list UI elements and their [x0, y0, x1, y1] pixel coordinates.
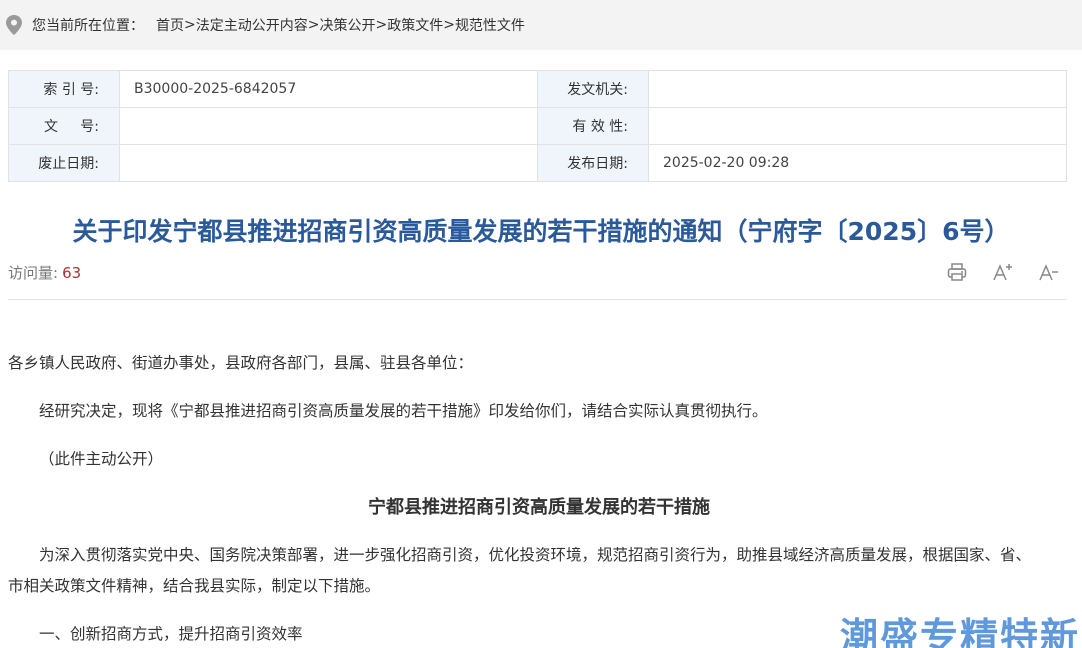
validity-label: 有 效 性:	[537, 107, 649, 145]
meta-row: 废止日期: 发布日期: 2025-02-20 09:28	[8, 144, 1067, 182]
breadcrumb-decision[interactable]: 决策公开	[319, 15, 375, 35]
issuer-label: 发文机关:	[537, 70, 649, 108]
index-value: B30000-2025-6842057	[119, 70, 538, 108]
index-label: 索 引 号:	[8, 70, 120, 108]
article-body: 各乡镇人民政府、街道办事处，县政府各部门，县属、驻县各单位： 经研究决定，现将《…	[8, 348, 1070, 648]
page-title: 关于印发宁都县推进招商引资高质量发展的若干措施的通知（宁府字〔2025〕6号）	[72, 217, 1010, 246]
visit-count-label: 访问量:	[8, 264, 59, 282]
docno-value	[119, 107, 538, 145]
validity-value	[648, 107, 1067, 145]
section-title: 宁都县推进招商引资高质量发展的若干措施	[368, 497, 710, 518]
breadcrumb-normative[interactable]: 规范性文件	[455, 15, 525, 35]
expiry-value	[119, 144, 538, 182]
visit-count: 访问量: 63	[8, 262, 81, 283]
breadcrumb-prefix: 您当前所在位置：	[32, 18, 144, 34]
issuer-value	[648, 70, 1067, 108]
expiry-label: 废止日期:	[8, 144, 120, 182]
breadcrumb-separator: >	[307, 17, 320, 33]
breadcrumb-public-content[interactable]: 法定主动公开内容	[196, 15, 308, 35]
breadcrumb: 您当前所在位置： 首页 > 法定主动公开内容 > 决策公开 > 政策文件 > 规…	[0, 0, 1082, 50]
publish-value: 2025-02-20 09:28	[648, 144, 1067, 182]
breadcrumb-policy[interactable]: 政策文件	[387, 15, 443, 35]
body-line: 为深入贯彻落实党中央、国务院决策部署，进一步强化招商引资，优化投资环境，规范招商…	[39, 546, 1032, 564]
watermark: 潮盛专精特新	[839, 615, 1080, 648]
breadcrumb-separator: >	[443, 17, 455, 33]
breadcrumb-home[interactable]: 首页	[156, 15, 184, 35]
location-pin-icon	[6, 15, 22, 35]
font-increase-icon[interactable]	[992, 261, 1014, 283]
body-paragraph: 为深入贯彻落实党中央、国务院决策部署，进一步强化招商引资，优化投资环境，规范招商…	[8, 540, 1070, 602]
publish-label: 发布日期:	[537, 144, 649, 182]
font-decrease-icon[interactable]	[1038, 261, 1060, 283]
breadcrumb-separator: >	[184, 17, 196, 33]
document-meta-table: 索 引 号: B30000-2025-6842057 发文机关: 文 号: 有 …	[8, 70, 1067, 182]
body-paragraph: 经研究决定，现将《宁都县推进招商引资高质量发展的若干措施》印发给你们，请结合实际…	[39, 402, 768, 420]
docno-label: 文 号:	[8, 107, 120, 145]
body-paragraph: （此件主动公开）	[39, 450, 164, 468]
divider	[8, 299, 1067, 300]
greeting-paragraph: 各乡镇人民政府、街道办事处，县政府各部门，县属、驻县各单位：	[8, 354, 474, 372]
print-icon[interactable]	[946, 261, 968, 283]
breadcrumb-separator: >	[375, 17, 388, 33]
meta-row: 索 引 号: B30000-2025-6842057 发文机关:	[8, 70, 1067, 108]
meta-row: 文 号: 有 效 性:	[8, 107, 1067, 145]
article-tools	[946, 261, 1060, 283]
body-line: 市相关政策文件精神，结合我县实际，制定以下措施。	[8, 577, 381, 595]
visit-count-value: 63	[62, 264, 82, 282]
